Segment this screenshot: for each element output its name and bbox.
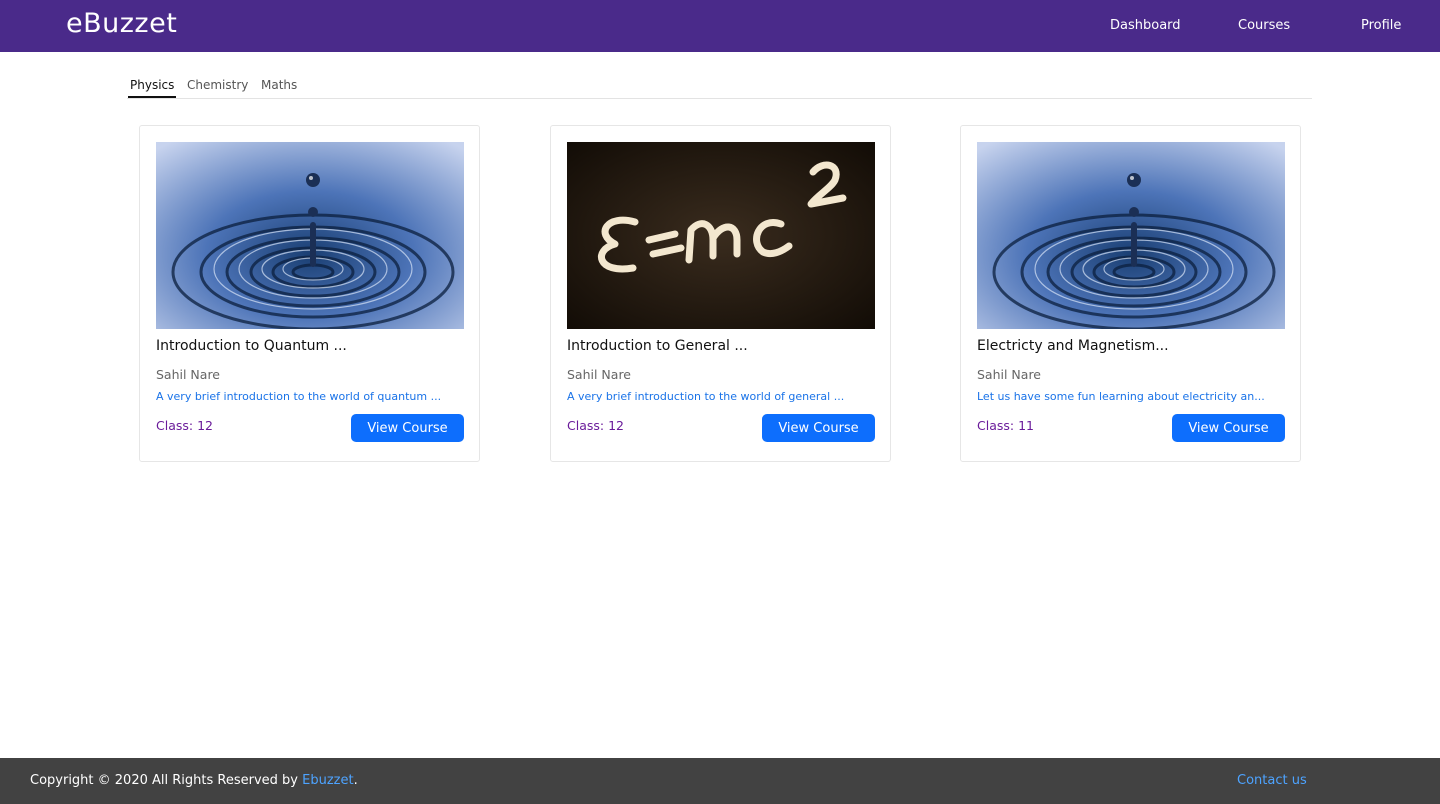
nav-courses-link[interactable]: Courses: [1238, 18, 1290, 33]
course-description: A very brief introduction to the world o…: [156, 390, 442, 403]
course-description: A very brief introduction to the world o…: [567, 390, 845, 403]
course-title: Introduction to Quantum ...: [156, 338, 347, 354]
footer-brand-link[interactable]: Ebuzzet: [302, 773, 353, 788]
copyright-text: Copyright © 2020 All Rights Reserved by …: [30, 773, 358, 788]
course-card: Electricty and Magnetism... Sahil Nare L…: [960, 125, 1301, 462]
view-course-button[interactable]: View Course: [1172, 414, 1285, 442]
tab-physics[interactable]: Physics: [128, 78, 177, 98]
course-description: Let us have some fun learning about elec…: [977, 390, 1265, 403]
course-class: Class: 11: [977, 418, 1034, 433]
nav-profile-link[interactable]: Profile: [1361, 18, 1401, 33]
course-thumbnail-emc2[interactable]: [567, 142, 875, 329]
nav-dashboard-link[interactable]: Dashboard: [1110, 18, 1181, 33]
tab-maths[interactable]: Maths: [261, 78, 297, 96]
tab-chemistry[interactable]: Chemistry: [187, 78, 248, 96]
course-class: Class: 12: [156, 418, 213, 433]
copyright-prefix: Copyright © 2020 All Rights Reserved by: [30, 773, 298, 788]
course-thumbnail-water-drop[interactable]: [156, 142, 464, 329]
course-title: Electricty and Magnetism...: [977, 338, 1169, 354]
contact-us-link[interactable]: Contact us: [1237, 773, 1307, 788]
subject-tabs: Physics Chemistry Maths: [127, 74, 1312, 99]
view-course-button[interactable]: View Course: [762, 414, 875, 442]
course-author: Sahil Nare: [567, 367, 632, 382]
view-course-button[interactable]: View Course: [351, 414, 464, 442]
copyright-suffix: .: [353, 773, 358, 788]
course-author: Sahil Nare: [156, 367, 221, 382]
page-footer: Copyright © 2020 All Rights Reserved by …: [0, 758, 1440, 804]
top-navbar: eBuzzet Dashboard Courses Profile: [0, 0, 1440, 52]
course-title: Introduction to General ...: [567, 338, 748, 354]
course-card: Introduction to Quantum ... Sahil Nare A…: [139, 125, 480, 462]
course-class: Class: 12: [567, 418, 624, 433]
brand-logo[interactable]: eBuzzet: [66, 8, 177, 39]
course-card: Introduction to General ... Sahil Nare A…: [550, 125, 891, 462]
course-author: Sahil Nare: [977, 367, 1042, 382]
course-thumbnail-water-drop[interactable]: [977, 142, 1285, 329]
